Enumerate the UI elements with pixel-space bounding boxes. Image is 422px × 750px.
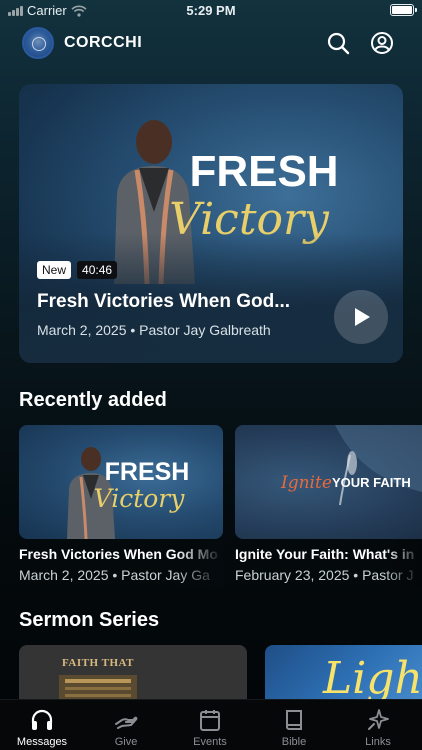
tab-messages[interactable]: Messages — [0, 700, 84, 750]
featured-title: Fresh Victories When God... — [37, 291, 291, 312]
recent-card-2[interactable]: Ignite YOUR FAITH — [235, 425, 422, 539]
tab-bar: Messages Give Events Bible Links — [0, 699, 422, 750]
book-icon — [286, 710, 302, 730]
tab-events-label: Events — [193, 736, 227, 748]
account-icon[interactable] — [370, 31, 394, 55]
tab-links-label: Links — [365, 736, 391, 748]
text-fade — [175, 540, 223, 588]
series-card-2-artwork-text: Light — [323, 653, 422, 704]
battery-icon — [390, 4, 417, 16]
series-card-1-artwork — [59, 675, 137, 705]
featured-artwork-title: FRESH — [189, 147, 338, 196]
featured-meta: March 2, 2025 • Pastor Jay Galbreath — [37, 322, 271, 338]
recent-card-1-artwork: FRESH Victory — [67, 447, 190, 539]
play-button[interactable] — [334, 290, 388, 344]
recent-card-1-artwork-title: FRESH — [105, 458, 190, 486]
series-card-2[interactable]: Light — [265, 645, 422, 705]
tab-bible-label: Bible — [281, 736, 307, 748]
church-logo — [22, 27, 54, 59]
tab-links[interactable]: Links — [336, 700, 420, 750]
status-time: 5:29 PM — [186, 3, 236, 18]
series-card-1[interactable]: FAITH THAT — [19, 645, 247, 705]
recent-card-1[interactable]: FRESH Victory — [19, 425, 223, 539]
status-bar: Carrier 5:29 PM — [0, 0, 422, 22]
text-fade — [384, 540, 422, 588]
sermon-series-heading: Sermon Series — [19, 609, 160, 631]
badge-row: New 40:46 — [37, 261, 118, 279]
recent-card-2-artwork: Ignite YOUR FAITH — [280, 425, 422, 506]
tab-give[interactable]: Give — [84, 700, 168, 750]
tab-bible[interactable]: Bible — [252, 700, 336, 750]
new-badge: New — [37, 261, 72, 279]
recent-card-2-artwork-word: Ignite — [280, 473, 332, 493]
sparkle-icon — [368, 709, 389, 730]
duration-badge: 40:46 — [77, 261, 118, 279]
play-icon — [355, 308, 370, 326]
search-icon[interactable] — [326, 31, 350, 55]
recent-card-2-artwork-title: YOUR FAITH — [332, 475, 411, 490]
tab-give-label: Give — [114, 736, 138, 748]
app-header: CORCCHI — [0, 27, 422, 59]
app-title: CORCCHI — [64, 34, 143, 51]
headphones-icon — [31, 709, 53, 730]
calendar-icon — [200, 710, 220, 731]
featured-message-card[interactable]: FRESH Victory New 40:46 Fresh Victories … — [19, 84, 403, 363]
recently-added-heading: Recently added — [19, 389, 167, 411]
recent-card-1-artwork-subtitle: Victory — [94, 484, 186, 513]
tab-events[interactable]: Events — [168, 700, 252, 750]
tab-messages-label: Messages — [16, 736, 68, 748]
give-hand-icon — [115, 716, 138, 729]
